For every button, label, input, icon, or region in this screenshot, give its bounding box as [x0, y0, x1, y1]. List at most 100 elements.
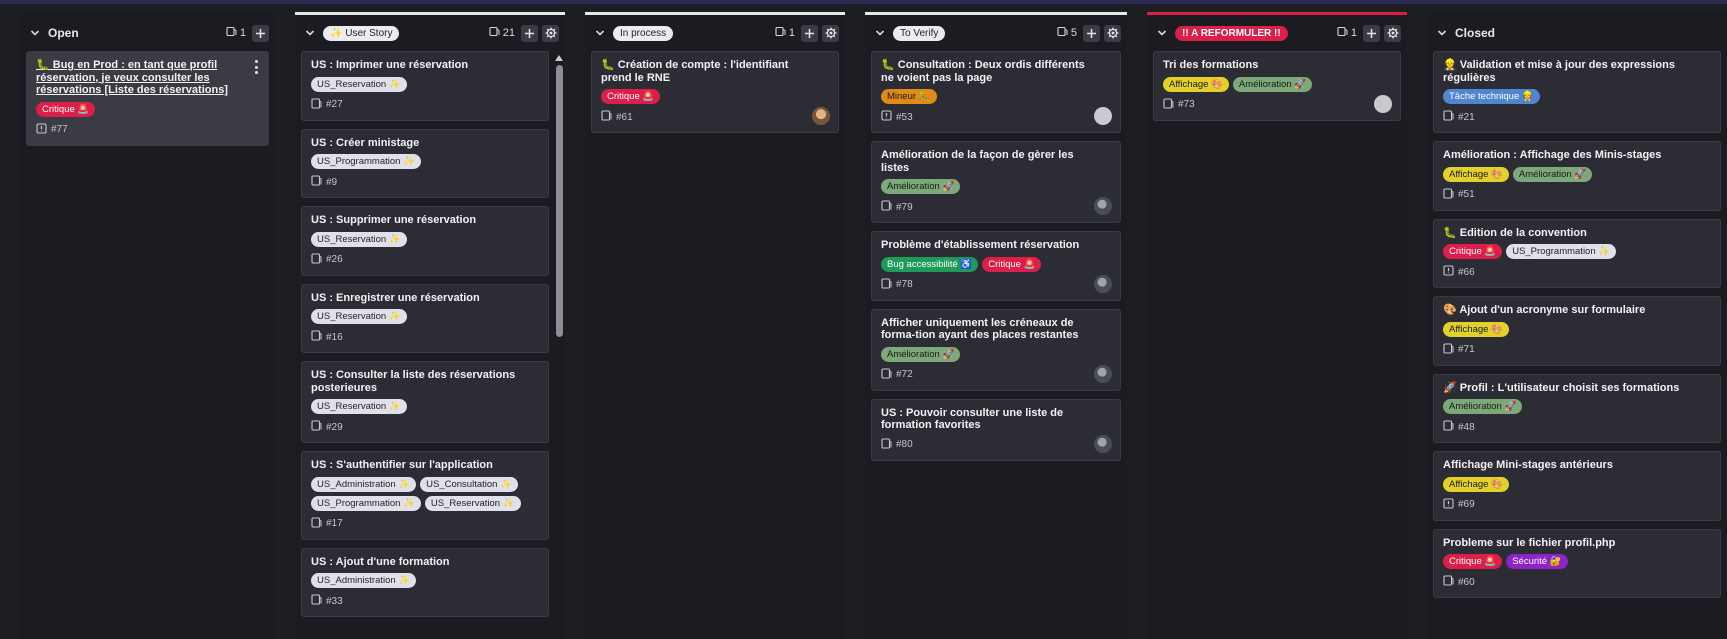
issue-card[interactable]: Tri des formations Affichage 🎨 Amélioratio… — [1153, 51, 1401, 121]
issue-title[interactable]: US : Enregistrer une réservation — [311, 292, 539, 305]
add-issue-button[interactable] — [1363, 24, 1380, 42]
label-tag[interactable]: Affichage 🎨 — [1443, 321, 1509, 337]
label-tag[interactable]: US_Reservation ✨ — [311, 76, 407, 92]
label-tag[interactable]: Amélioration 🚀 — [1232, 76, 1313, 92]
label-tag[interactable]: US_Reservation ✨ — [311, 399, 407, 414]
issue-title[interactable]: 🎨 Ajout d'un acronyme sur formulaire — [1443, 304, 1711, 317]
issue-title[interactable]: Amélioration de la façon de gèrer les li… — [881, 149, 1111, 174]
chevron-down-icon[interactable] — [593, 26, 607, 40]
issue-card[interactable]: 🚀 Profil : L'utilisateur choisit ses for… — [1433, 373, 1721, 443]
issue-title[interactable]: Amélioration : Affichage des Minis-stage… — [1443, 149, 1711, 162]
label-tag[interactable]: Mineur 🐛 — [881, 89, 937, 104]
scroll-up-arrow-icon[interactable] — [555, 55, 563, 61]
column-settings-gear-icon[interactable] — [1104, 24, 1121, 42]
label-tag[interactable]: Critique 🚨 — [1443, 244, 1503, 259]
issue-card[interactable]: US : Consulter la liste des réservations… — [301, 361, 549, 443]
assignee-avatar[interactable] — [812, 107, 830, 125]
issue-card[interactable]: 🎨 Ajout d'un acronyme sur formulaire Affi… — [1433, 296, 1721, 366]
label-tag[interactable]: US_Programmation ✨ — [1506, 244, 1617, 259]
issue-title[interactable]: US : Créer ministage — [311, 137, 539, 150]
issue-card[interactable]: US : Ajout d'une formation US_Administrat… — [301, 547, 549, 617]
label-tag[interactable]: Tâche technique 👷 — [1443, 89, 1540, 104]
assignee-avatar[interactable] — [1094, 274, 1112, 293]
issue-title[interactable]: Tri des formations — [1163, 59, 1391, 72]
label-tag[interactable]: Bug accessibilité ♿ — [881, 256, 979, 272]
issue-card[interactable]: US : Enregistrer une réservation US_Reser… — [301, 283, 549, 353]
column-settings-gear-icon[interactable] — [1384, 24, 1401, 42]
issue-title[interactable]: US : Consulter la liste des réservations… — [311, 369, 539, 394]
label-list: Critique 🚨 US_Programmation ✨ — [1443, 244, 1711, 259]
issue-card[interactable]: Afficher uniquement les créneaux de form… — [871, 308, 1121, 391]
column-settings-gear-icon[interactable] — [822, 24, 839, 42]
label-tag[interactable]: Critique 🚨 — [982, 256, 1042, 272]
label-tag[interactable]: Sécurité 🔐 — [1506, 554, 1568, 569]
issue-card[interactable]: US : Pouvoir consulter une liste de form… — [871, 398, 1121, 461]
issue-card[interactable]: 🐛 Bug en Prod : en tant que profil réser… — [26, 51, 269, 146]
assignee-avatar[interactable] — [1094, 107, 1112, 125]
issue-card[interactable]: US : Imprimer une réservation US_Reservat… — [301, 51, 549, 121]
chevron-down-icon[interactable] — [1155, 26, 1169, 40]
issue-title[interactable]: 🐛 Création de compte : l'identifiant pre… — [601, 59, 829, 84]
add-issue-button[interactable] — [1083, 24, 1100, 42]
issue-card[interactable]: Problème d'établissement réservation Bug … — [871, 231, 1121, 301]
chevron-down-icon[interactable] — [873, 26, 887, 40]
column-settings-gear-icon[interactable] — [542, 24, 559, 42]
label-tag[interactable]: Amélioration 🚀 — [1512, 166, 1593, 182]
issue-card[interactable]: Amélioration : Affichage des Minis-stage… — [1433, 141, 1721, 211]
issue-card[interactable]: 🐛 Consultation : Deux ordis différents n… — [871, 51, 1121, 133]
issue-title[interactable]: US : Pouvoir consulter une liste de form… — [881, 407, 1111, 432]
issue-title[interactable]: 👷 Validation et mise à jour des expressi… — [1443, 59, 1711, 84]
assignee-avatar[interactable] — [1094, 197, 1112, 215]
scrollbar-thumb[interactable] — [555, 65, 563, 337]
label-tag[interactable]: Amélioration 🚀 — [1443, 399, 1523, 414]
label-tag[interactable]: Amélioration 🚀 — [881, 179, 961, 194]
add-issue-button[interactable] — [521, 24, 538, 42]
label-tag[interactable]: Affichage 🎨 — [1443, 476, 1509, 492]
issue-title[interactable]: Affichage Mini-stages antérieurs — [1443, 459, 1711, 472]
label-tag[interactable]: Critique 🚨 — [1443, 554, 1503, 569]
issue-title[interactable]: Problème d'établissement réservation — [881, 239, 1111, 252]
issue-title[interactable]: US : Imprimer une réservation — [311, 59, 539, 72]
label-tag[interactable]: US_Reservation ✨ — [424, 495, 521, 511]
label-tag[interactable]: Critique 🚨 — [601, 89, 661, 104]
chevron-down-icon[interactable] — [1435, 26, 1449, 40]
issue-card[interactable]: US : Créer ministage US_Programmation ✨ #9 — [301, 128, 549, 198]
label-tag[interactable]: US_Programmation ✨ — [311, 154, 421, 169]
issue-card[interactable]: Affichage Mini-stages antérieurs Affichag… — [1433, 451, 1721, 521]
label-tag[interactable]: Critique 🚨 — [36, 101, 96, 117]
issue-card[interactable]: 🐛 Edition de la convention Critique 🚨 US_P… — [1433, 218, 1721, 288]
label-tag[interactable]: Amélioration 🚀 — [881, 346, 961, 362]
issue-card[interactable]: US : S'authentifier sur l'application US_… — [301, 451, 549, 540]
label-tag[interactable]: US_Reservation ✨ — [311, 231, 407, 247]
issue-title[interactable]: 🐛 Consultation : Deux ordis différents n… — [881, 59, 1111, 84]
column-scrollbar[interactable] — [555, 55, 563, 639]
issue-card[interactable]: US : Supprimer une réservation US_Reserva… — [301, 206, 549, 276]
issue-title[interactable]: 🐛 Edition de la convention — [1443, 227, 1711, 240]
assignee-avatar[interactable] — [1094, 434, 1112, 453]
label-tag[interactable]: US_Reservation ✨ — [311, 309, 407, 324]
add-issue-button[interactable] — [801, 24, 818, 42]
label-tag[interactable]: US_Consultation ✨ — [420, 476, 518, 492]
issue-title[interactable]: Probleme sur le fichier profil.php — [1443, 537, 1711, 550]
issue-title[interactable]: US : S'authentifier sur l'application — [311, 459, 539, 472]
label-tag[interactable]: Affichage 🎨 — [1163, 76, 1229, 92]
label-tag[interactable]: Affichage 🎨 — [1443, 166, 1509, 182]
issue-card[interactable]: Amélioration de la façon de gèrer les li… — [871, 141, 1121, 223]
more-options-icon[interactable] — [252, 60, 260, 74]
add-issue-button[interactable] — [252, 24, 269, 42]
label-tag[interactable]: US_Administration ✨ — [311, 573, 417, 588]
issue-title[interactable]: Afficher uniquement les créneaux de form… — [881, 317, 1111, 342]
issue-title[interactable]: 🚀 Profil : L'utilisateur choisit ses for… — [1443, 382, 1711, 395]
issue-title[interactable]: US : Ajout d'une formation — [311, 556, 539, 569]
assignee-avatar[interactable] — [1374, 94, 1392, 113]
issue-card[interactable]: Probleme sur le fichier profil.php Critiq… — [1433, 528, 1721, 598]
label-tag[interactable]: US_Programmation ✨ — [311, 495, 421, 511]
label-tag[interactable]: US_Administration ✨ — [311, 476, 417, 492]
issue-card[interactable]: 🐛 Création de compte : l'identifiant pre… — [591, 51, 839, 133]
chevron-down-icon[interactable] — [303, 26, 317, 40]
issue-card[interactable]: 👷 Validation et mise à jour des expressi… — [1433, 51, 1721, 133]
issue-title[interactable]: 🐛 Bug en Prod : en tant que profil réser… — [36, 59, 259, 97]
assignee-avatar[interactable] — [1094, 364, 1112, 383]
issue-title[interactable]: US : Supprimer une réservation — [311, 214, 539, 227]
chevron-down-icon[interactable] — [28, 26, 42, 40]
